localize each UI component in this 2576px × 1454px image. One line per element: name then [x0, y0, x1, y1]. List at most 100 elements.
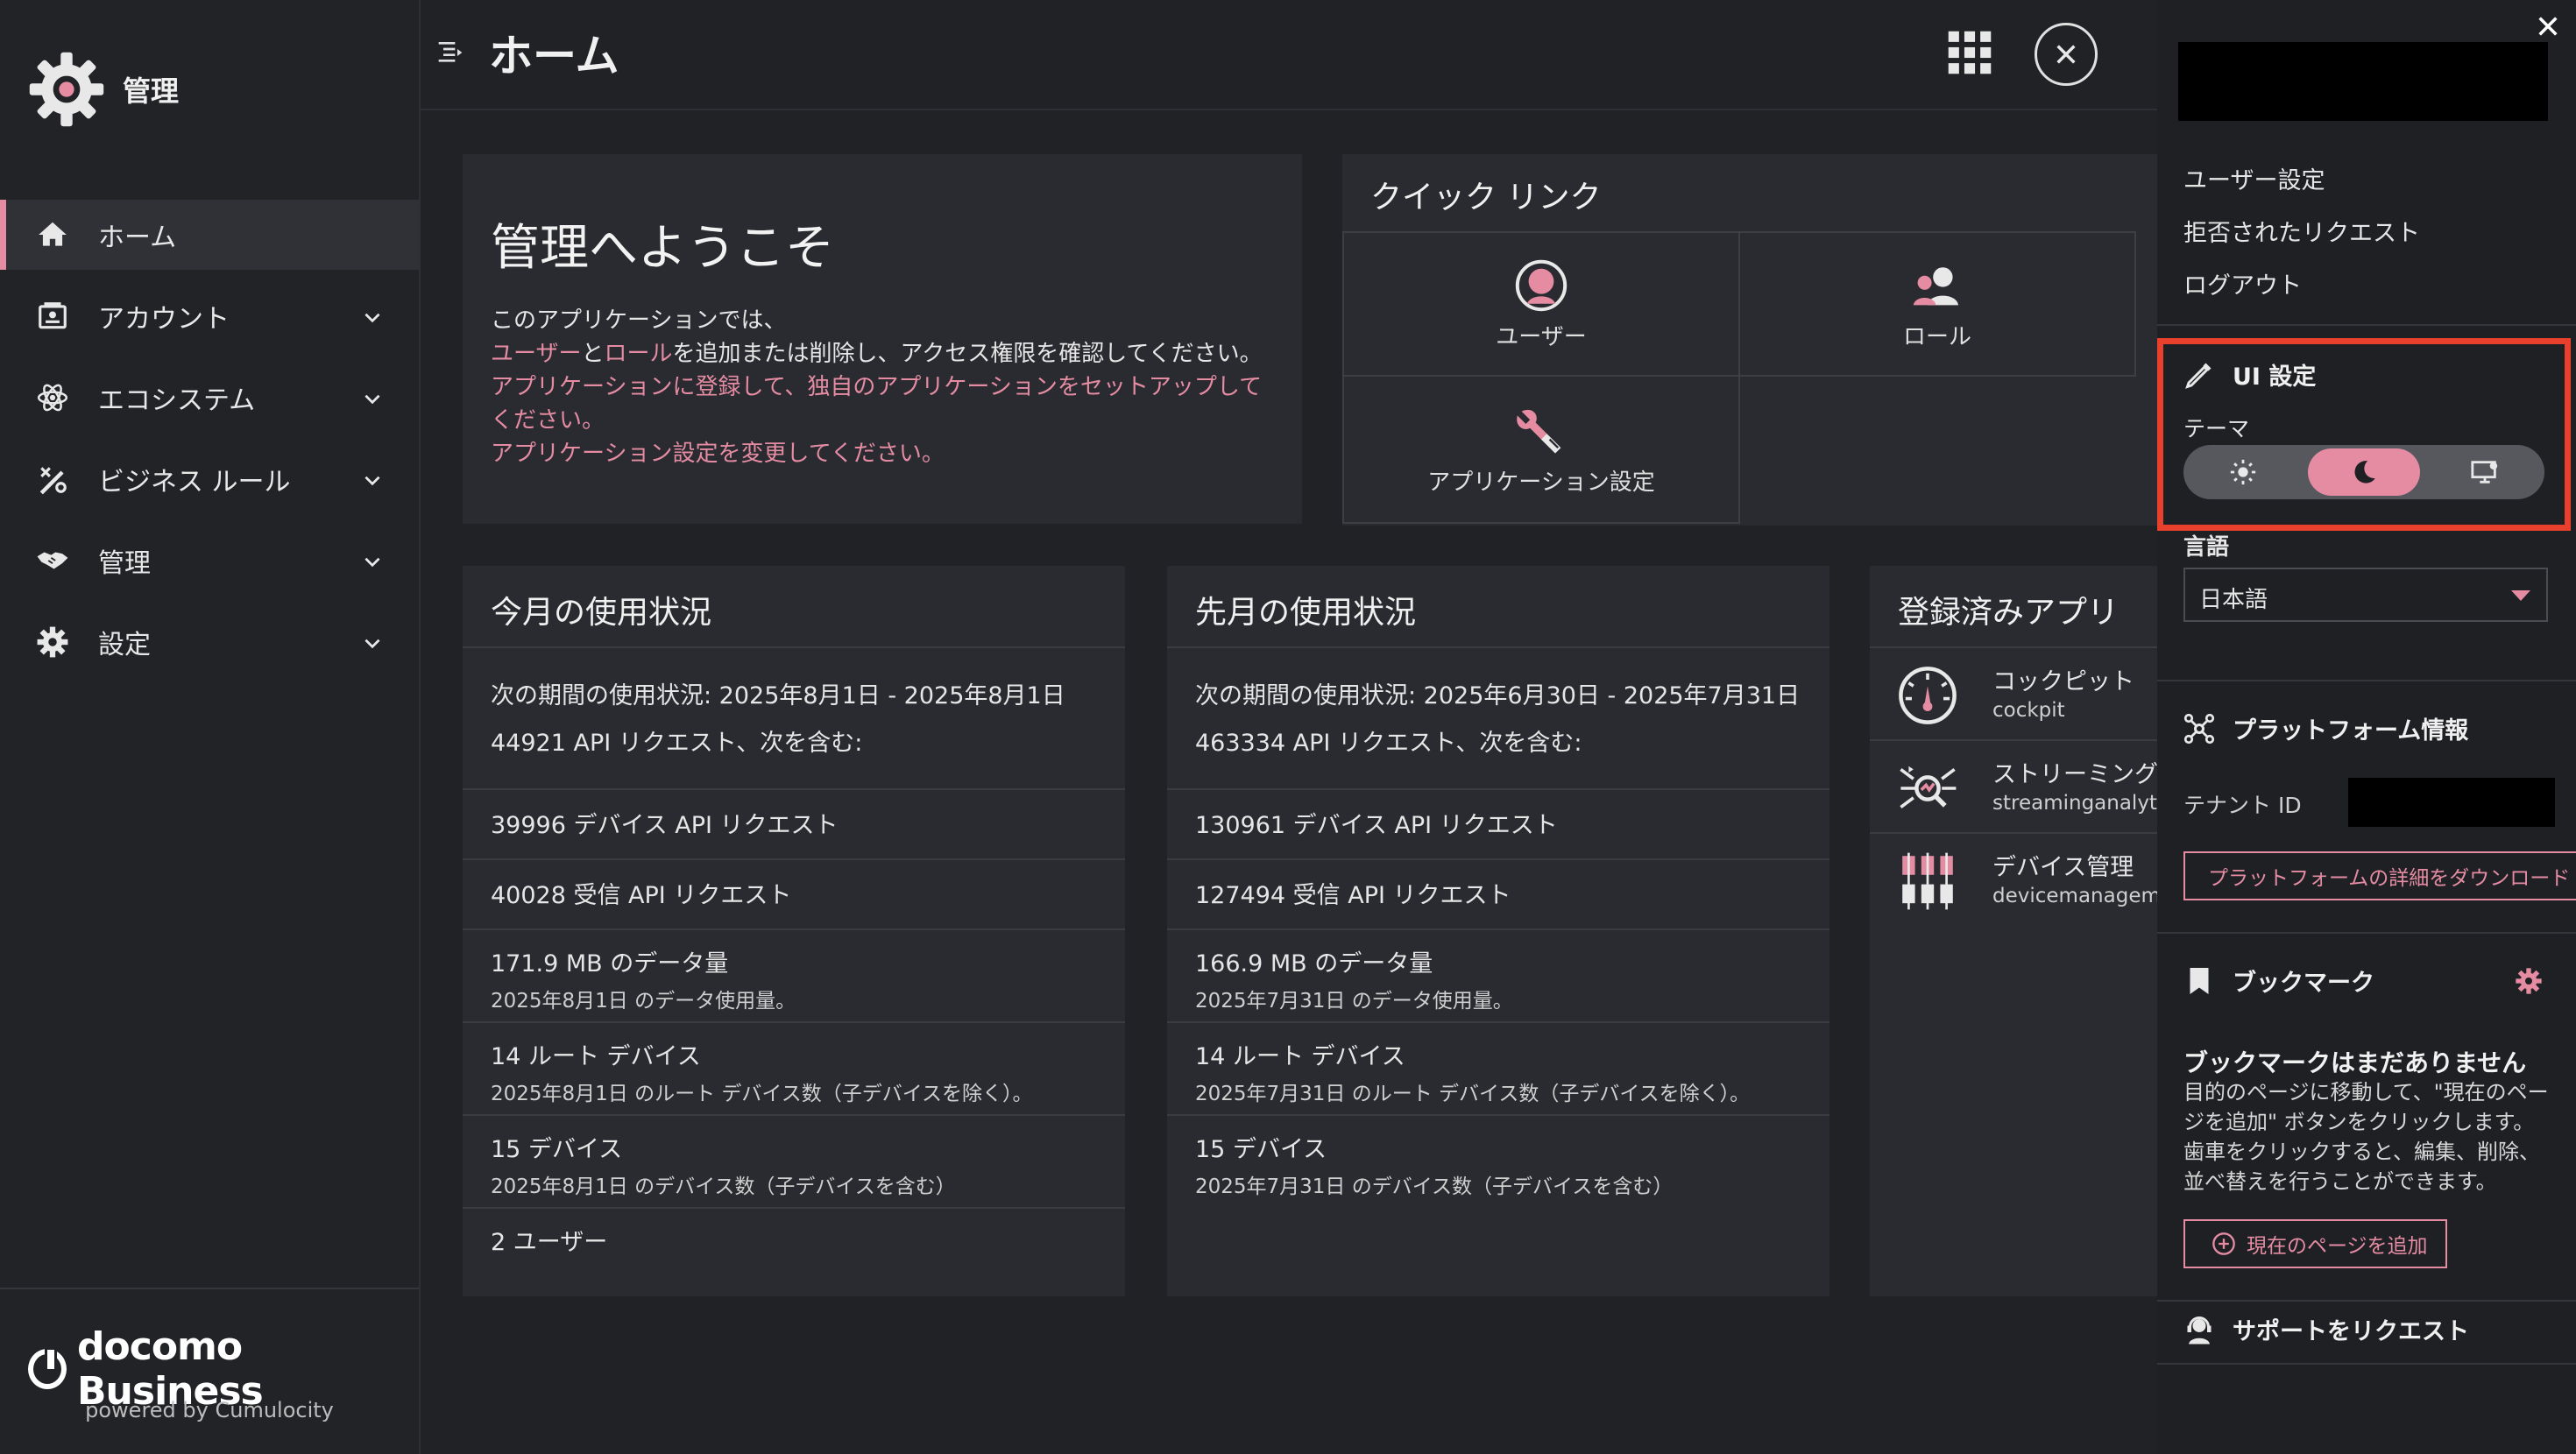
app-title: 管理 [123, 74, 180, 108]
registered-apps-title: 登録済みアプリ [1870, 566, 2159, 648]
user-settings-link[interactable]: ユーザー設定 [2183, 161, 2325, 195]
sidebar-item-home[interactable]: ホーム [0, 200, 419, 270]
usage-devices-value: 15 デバイス [491, 1136, 623, 1163]
close-drawer-icon[interactable] [2536, 14, 2560, 39]
usage-root-devices-sub: 2025年8月1日 のルート デバイス数（子デバイスを除く）。 [491, 1083, 1033, 1105]
divider [2157, 932, 2576, 934]
denied-requests-link[interactable]: 拒否されたリクエスト [2183, 214, 2420, 248]
language-label: 言語 [2183, 534, 2230, 561]
support-agent-icon [2187, 1316, 2212, 1344]
sidebar: 管理 ホーム アカウント エコシステム ビジネス ルール 管理 設定 docom… [0, 0, 421, 1454]
sidebar-item-label: ホーム [98, 222, 177, 253]
usage-root-devices: 14 ルート デバイス 2025年7月31日 のルート デバイス数（子デバイスを… [1167, 1023, 1829, 1116]
usage-api-total: 44921 API リクエスト、次を含む: [463, 715, 1125, 790]
support-request-label: サポートをリクエスト [2233, 1318, 2469, 1345]
add-current-page-label: 現在のページを追加 [2247, 1235, 2428, 1258]
quick-links-card: クイック リンク ユーザー ロール アプリケーション設定 [1342, 154, 2157, 526]
handshake-icon [35, 543, 70, 578]
app-settings-link[interactable]: アプリケーション設定を変更してください。 [491, 441, 945, 467]
moon-icon [2354, 461, 2375, 483]
business-rules-icon [35, 462, 70, 497]
user-drawer: ユーザー設定 拒否されたリクエスト ログアウト UI 設定 テーマ 言語 日本語 [2157, 0, 2576, 1454]
chevron-down-icon [364, 476, 380, 486]
usage-devices: 15 デバイス 2025年7月31日 のデバイス数（子デバイスを含む） [1167, 1116, 1829, 1209]
usage-data-value: 166.9 MB のデータ量 [1195, 950, 1433, 978]
quick-link-users[interactable]: ユーザー [1342, 231, 1740, 377]
roles-icon [1913, 266, 1958, 305]
device-management-icon [1902, 852, 1953, 910]
brush-icon [2185, 363, 2212, 389]
menu-toggle-icon[interactable] [436, 39, 464, 67]
welcome-line2: を追加または削除し、アクセス権限を確認してください。 [672, 341, 1263, 367]
register-app-link[interactable]: アプリケーションに登録して、独自のアプリケーションをセットアップしてください。 [491, 374, 1262, 434]
app-name: コックピット [1992, 668, 2134, 695]
redacted-user-info [2178, 42, 2548, 121]
usage-device-api: 39996 デバイス API リクエスト [463, 790, 1125, 860]
welcome-line1: このアプリケーションでは、 [491, 307, 787, 334]
sidebar-item-settings[interactable]: 設定 [0, 607, 419, 677]
bookmarks-settings-gear-icon[interactable] [2515, 967, 2543, 995]
app-switcher-icon[interactable] [1947, 30, 1992, 75]
add-current-page-button[interactable]: 現在のページを追加 [2183, 1219, 2447, 1268]
sidebar-footer: docomo Business powered by Cumulocity [0, 1288, 419, 1454]
usage-last-card: 先月の使用状況 次の期間の使用状況: 2025年6月30日 - 2025年7月3… [1167, 566, 1829, 1296]
sidebar-item-label: 管理 [98, 548, 151, 579]
sidebar-item-label: ビジネス ルール [98, 467, 291, 498]
usage-devices-value: 15 デバイス [1195, 1136, 1327, 1163]
ui-settings-title: UI 設定 [2183, 357, 2316, 392]
usage-inbound-api: 40028 受信 API リクエスト [463, 860, 1125, 930]
download-platform-details-button[interactable]: プラットフォームの詳細をダウンロード [2183, 851, 2576, 900]
sidebar-item-label: アカウント [98, 304, 230, 335]
quick-link-roles[interactable]: ロール [1738, 231, 2136, 377]
theme-system-option[interactable] [2429, 448, 2541, 496]
brand[interactable]: 管理 [25, 47, 179, 131]
app-settings-icon [1517, 409, 1563, 454]
usage-root-devices: 14 ルート デバイス 2025年8月1日 のルート デバイス数（子デバイスを除… [463, 1023, 1125, 1116]
support-request-link[interactable]: サポートをリクエスト [2183, 1312, 2469, 1346]
logout-link[interactable]: ログアウト [2183, 266, 2302, 300]
usage-period: 次の期間の使用状況: 2025年8月1日 - 2025年8月1日 [491, 682, 1065, 709]
sidebar-item-ecosystem[interactable]: エコシステム [0, 363, 419, 433]
powered-by: powered by Cumulocity [85, 1398, 334, 1422]
app-context: cockpit [1992, 699, 2065, 722]
quick-link-label: ロール [1902, 323, 1971, 350]
gear-logo-icon [29, 52, 104, 127]
divider [2157, 680, 2576, 681]
sidebar-item-admin[interactable]: 管理 [0, 526, 419, 596]
network-icon [2183, 713, 2215, 744]
sidebar-item-business-rules[interactable]: ビジネス ルール [0, 444, 419, 514]
usage-data: 166.9 MB のデータ量 2025年7月31日 のデータ使用量。 [1167, 930, 1829, 1023]
app-name: ストリーミング [1992, 761, 2158, 788]
analytics-icon [1900, 766, 1957, 809]
theme-light-option[interactable] [2187, 448, 2299, 496]
language-select[interactable]: 日本語 [2183, 568, 2548, 622]
sidebar-item-label: エコシステム [98, 385, 256, 416]
usage-inbound-api: 127494 受信 API リクエスト [1167, 860, 1829, 930]
divider [2157, 1363, 2576, 1365]
chevron-down-icon [364, 639, 380, 649]
app-row-streaming[interactable]: ストリーミング streaminganalytics [1870, 741, 2159, 834]
usage-data-sub: 2025年7月31日 のデータ使用量。 [1195, 990, 1513, 1013]
roles-link[interactable]: ロール [605, 341, 673, 367]
plus-circle-icon [2212, 1232, 2235, 1255]
caret-down-icon [2511, 590, 2530, 601]
app-row-cockpit[interactable]: コックピット cockpit [1870, 648, 2159, 741]
usage-devices-sub: 2025年7月31日 のデバイス数（子デバイスを含む） [1195, 1175, 1674, 1198]
app-row-device-management[interactable]: デバイス管理 devicemanagement [1870, 834, 2159, 927]
usage-root-devices-value: 14 ルート デバイス [1195, 1043, 1405, 1070]
users-link[interactable]: ユーザー [491, 341, 581, 367]
language-value: 日本語 [2199, 587, 2268, 613]
registered-apps-card: 登録済みアプリ コックピット cockpit ストリーミング streaming… [1870, 566, 2159, 1296]
bookmarks-label: ブックマーク [2233, 970, 2374, 997]
platform-info-label: プラットフォーム情報 [2233, 717, 2469, 745]
app-name: デバイス管理 [1992, 854, 2134, 881]
sidebar-item-label: 設定 [98, 630, 151, 660]
sidebar-item-accounts[interactable]: アカウント [0, 281, 419, 351]
usage-data-value: 171.9 MB のデータ量 [491, 950, 729, 978]
chevron-down-icon [364, 394, 380, 405]
close-panel-button[interactable] [2035, 23, 2098, 86]
ecosystem-icon [35, 380, 70, 415]
quick-link-app-settings[interactable]: アプリケーション設定 [1342, 375, 1740, 524]
theme-dark-option[interactable] [2308, 448, 2420, 496]
usage-users: 2 ユーザー [491, 1229, 608, 1256]
